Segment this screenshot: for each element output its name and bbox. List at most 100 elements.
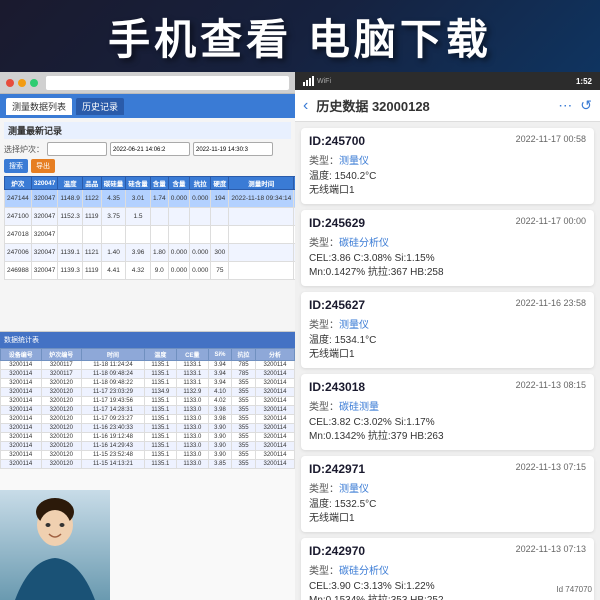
sig4 <box>312 76 314 86</box>
list-item[interactable]: ID:2457002022-11-17 00:58类型：测量仪温度: 1540.… <box>301 128 594 204</box>
sc-11-2: 11-15 14:13:21 <box>82 460 145 469</box>
record-header: ID:245700 2022-11-17 00:58 <box>309 134 586 148</box>
sc-10-2: 11-15 23:52:48 <box>82 451 145 460</box>
mobile-frame: WiFi 1:52 ‹ 历史数据 32000128 ⋯ ↺ ID:2457002… <box>295 72 600 600</box>
left-top-section: 测量数据列表 历史记录 测量最新记录 选择炉次： 2022-06-21 14:0… <box>0 72 295 332</box>
cell-2-7 <box>168 226 189 244</box>
cell-1-6 <box>150 208 168 226</box>
cell-0-1: 320047 <box>31 190 58 208</box>
sc-9-6: 355 <box>232 442 256 451</box>
sc-0-2: 11-18 11:24:24 <box>82 361 145 370</box>
person-photo <box>0 490 110 600</box>
left-panel: 测量数据列表 历史记录 测量最新记录 选择炉次： 2022-06-21 14:0… <box>0 72 295 600</box>
mobile-content: ID:245700 2022-11-17 00:58 类型：测量仪 温度: 1540.… <box>295 122 600 600</box>
sc-5-2: 11-17 14:28:31 <box>82 406 145 415</box>
mobile-nav: ‹ 历史数据 32000128 ⋯ ↺ <box>295 90 600 122</box>
list-item: 3200114320012011-18 09:48:221135.11133.1… <box>1 379 295 388</box>
cell-2-3 <box>82 226 101 244</box>
sc-6-6: 355 <box>232 415 256 424</box>
sig3 <box>309 78 311 86</box>
sc-5-4: 1133.0 <box>176 406 208 415</box>
col-time: 测量时间 <box>229 177 294 190</box>
record-data: CEL:3.86 C:3.08% Si:1.15%Mn:0.1427% 抗拉:3… <box>309 252 586 280</box>
cell-3-1: 320047 <box>31 244 58 262</box>
record-id: ID:245627 <box>309 298 365 312</box>
sc-2-0: 3200114 <box>1 379 42 388</box>
mobile-records-list: ID:245700 2022-11-17 00:58 类型：测量仪 温度: 1540.… <box>295 128 600 600</box>
date-to-input[interactable]: 2022-11-19 14:30:3 <box>193 142 273 156</box>
sc-8-2: 11-16 19:12:48 <box>82 433 145 442</box>
back-button[interactable]: ‹ <box>303 97 308 115</box>
furnace-select[interactable] <box>47 142 107 156</box>
cell-0-8: 0.000 <box>190 190 211 208</box>
export-button[interactable]: 导出 <box>31 159 55 173</box>
sh-col-1: 炉次编号 <box>41 349 82 361</box>
refresh-icon[interactable]: ↺ <box>580 97 592 114</box>
cell-2-2 <box>58 226 82 244</box>
sc-8-4: 1133.0 <box>176 433 208 442</box>
sc-7-5: 3.90 <box>208 424 231 433</box>
record-id: ID:245700 <box>309 134 365 148</box>
sh-col-6: 抗拉 <box>232 349 256 361</box>
sc-5-1: 3200120 <box>41 406 82 415</box>
list-item[interactable]: ID:2429702022-11-13 07:13类型：碳硅分析仪CEL:3.9… <box>301 538 594 600</box>
sc-6-5: 3.98 <box>208 415 231 424</box>
sc-4-4: 1133.0 <box>176 397 208 406</box>
sh-col-5: Si% <box>208 349 231 361</box>
record-type: 类型：测量仪 <box>309 316 586 331</box>
maximize-dot[interactable] <box>30 79 38 87</box>
sc-11-4: 1133.0 <box>176 460 208 469</box>
cell-0-6: 1.74 <box>150 190 168 208</box>
spreadsheet-title: 数据统计表 <box>4 335 39 345</box>
list-item[interactable]: ID:2429712022-11-13 07:15类型：测量仪温度: 1532.… <box>301 456 594 532</box>
cell-0-5: 3.01 <box>126 190 151 208</box>
col-mn: 含量 <box>150 177 168 190</box>
status-icons-left: WiFi <box>303 76 331 86</box>
list-item[interactable]: ID:2456292022-11-17 00:00类型：碳硅分析仪CEL:3.8… <box>301 210 594 286</box>
section-title: 测量最新记录 <box>4 122 291 139</box>
list-item[interactable]: ID:2430182022-11-13 08:15类型：碳硅测量CEL:3.82… <box>301 374 594 450</box>
data-table-container: 测量最新记录 选择炉次： 2022-06-21 14:06:2 2022-11-… <box>0 118 295 284</box>
cell-4-8: 0.000 <box>190 262 211 280</box>
record-data: 温度: 1540.2°C无线端口1 <box>309 170 586 198</box>
sh-col-0: 设备编号 <box>1 349 42 361</box>
cell-2-6 <box>150 226 168 244</box>
list-item[interactable]: ID:2456272022-11-16 23:58类型：测量仪温度: 1534.… <box>301 292 594 368</box>
sc-9-4: 1133.0 <box>176 442 208 451</box>
cell-1-1: 320047 <box>31 208 58 226</box>
sc-8-5: 3.90 <box>208 433 231 442</box>
record-data: CEL:3.82 C:3.02% Si:1.17%Mn:0.1342% 抗拉:3… <box>309 416 586 444</box>
close-dot[interactable] <box>6 79 14 87</box>
sc-11-1: 3200120 <box>41 460 82 469</box>
tab-history[interactable]: 历史记录 <box>76 98 124 115</box>
record-date: 2022-11-17 00:58 <box>516 134 586 148</box>
table-row: 2471443200471148.911224.353.011.740.0000… <box>5 190 296 208</box>
search-button[interactable]: 搜索 <box>4 159 28 173</box>
sc-2-2: 11-18 09:48:22 <box>82 379 145 388</box>
col-id: 炉次 <box>5 177 32 190</box>
sc-10-4: 1133.0 <box>176 451 208 460</box>
sc-3-2: 11-17 23:03:29 <box>82 388 145 397</box>
sc-10-7: 3200114 <box>255 451 294 460</box>
record-header: ID:2429712022-11-13 07:15 <box>309 462 586 476</box>
sc-2-5: 3.94 <box>208 379 231 388</box>
sh-col-7: 分析 <box>255 349 294 361</box>
date-from-input[interactable]: 2022-06-21 14:06:2 <box>110 142 190 156</box>
sc-11-3: 1135.1 <box>144 460 176 469</box>
sc-3-3: 1134.9 <box>144 388 176 397</box>
record-data: CEL:3.90 C:3.13% Si:1.22%Mn:0.1534% 抗拉:3… <box>309 580 586 600</box>
sc-6-2: 11-17 09:23:27 <box>82 415 145 424</box>
more-icon[interactable]: ⋯ <box>558 97 572 114</box>
minimize-dot[interactable] <box>18 79 26 87</box>
cell-1-7 <box>168 208 189 226</box>
app-tabs: 测量数据列表 历史记录 <box>0 94 295 118</box>
list-item: 3200114320011711-18 11:24:241135.11133.1… <box>1 361 295 370</box>
tab-data-list[interactable]: 测量数据列表 <box>6 98 72 115</box>
table-row: 2471003200471152.311193.751.5查看 <box>5 208 296 226</box>
url-bar[interactable] <box>46 76 289 90</box>
record-id: ID:245629 <box>309 216 365 230</box>
cell-4-3: 1119 <box>82 262 101 280</box>
col-si: 硅含量 <box>126 177 151 190</box>
sc-7-6: 355 <box>232 424 256 433</box>
record-type: 类型：碳硅测量 <box>309 398 586 413</box>
